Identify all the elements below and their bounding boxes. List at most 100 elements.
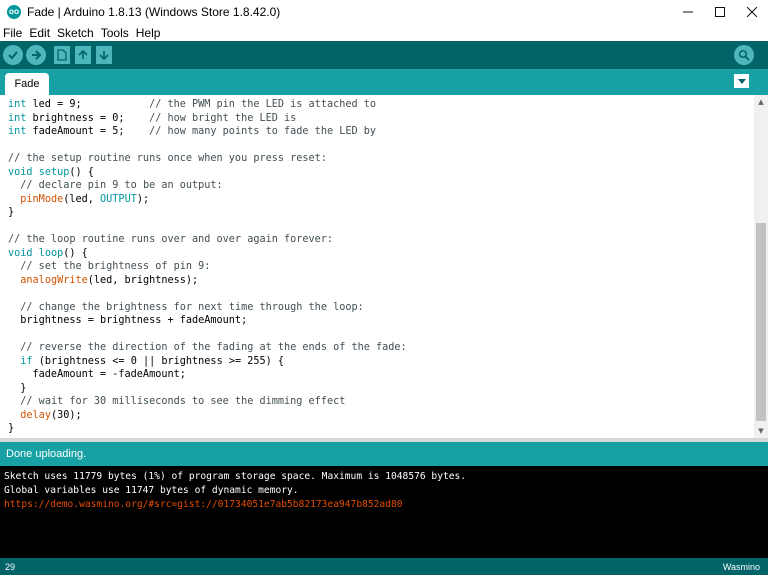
menu-sketch[interactable]: Sketch — [57, 26, 94, 40]
console-line-sketch-size: Sketch uses 11779 bytes (1%) of program … — [4, 471, 467, 482]
scroll-down-arrow-icon[interactable]: ▼ — [754, 424, 768, 438]
board-name: Wasmino — [722, 561, 760, 572]
code-token: } — [8, 423, 15, 434]
save-button[interactable] — [96, 46, 112, 64]
code-token: (30); — [50, 409, 82, 421]
code-line[interactable]: int led = 9; // the PWM pin the LED is a… — [8, 98, 407, 112]
code-token: // change the brightness for next time t… — [20, 301, 364, 313]
code-token: () { — [63, 247, 88, 259]
new-button[interactable] — [54, 46, 70, 64]
code-token: int — [8, 126, 27, 137]
code-line[interactable]: } — [8, 382, 407, 396]
code-token: // declare pin 9 to be an output: — [20, 180, 223, 191]
code-token: (brightness <= 0 || brightness >= 255) { — [32, 355, 285, 367]
editor-scrollbar[interactable]: ▲ ▼ — [754, 95, 768, 438]
upload-button[interactable] — [26, 45, 46, 65]
verify-icon — [8, 51, 18, 60]
code-token: // the PWM pin the LED is attached to — [149, 99, 377, 110]
code-line[interactable]: } — [8, 422, 407, 436]
code-token: fadeAmount = 5; — [26, 126, 150, 137]
code-line[interactable]: // the setup routine runs once when you … — [8, 152, 407, 166]
menu-help[interactable]: Help — [136, 26, 161, 40]
code-line[interactable]: void setup() { — [8, 166, 407, 180]
code-token: // the loop routine runs over and over a… — [8, 234, 334, 245]
code-token: () { — [69, 166, 94, 178]
code-token: int — [8, 112, 27, 124]
minimize-icon — [683, 11, 693, 13]
tab-menu-button[interactable] — [734, 74, 749, 88]
open-icon — [78, 49, 88, 59]
code-line[interactable]: // set the brightness of pin 9: — [8, 260, 407, 274]
menu-edit[interactable]: Edit — [29, 26, 50, 40]
window-controls — [672, 0, 768, 24]
code-token: // the setup routine runs once when you … — [8, 153, 327, 164]
code-token: OUTPUT — [100, 193, 137, 205]
code-line[interactable]: void loop() { — [8, 247, 407, 261]
code-line[interactable]: brightness = brightness + fadeAmount; — [8, 314, 407, 328]
toolbar — [0, 41, 768, 69]
close-button[interactable] — [736, 0, 768, 24]
save-icon — [99, 51, 109, 61]
code-line[interactable] — [8, 287, 407, 301]
code-token: setup — [38, 166, 70, 178]
serial-monitor-button[interactable] — [734, 45, 754, 65]
code-token: analogWrite — [20, 274, 88, 286]
new-icon — [57, 49, 67, 61]
code-line[interactable] — [8, 220, 407, 234]
verify-button[interactable] — [3, 45, 23, 65]
footer-bar: 29 Wasmino — [0, 558, 768, 575]
code-line[interactable] — [8, 328, 407, 342]
open-button[interactable] — [75, 46, 91, 64]
window-title: Fade | Arduino 1.8.13 (Windows Store 1.8… — [27, 5, 281, 19]
code-token: delay — [20, 409, 51, 421]
console-link[interactable]: https://demo.wasmino.org/#src=gist://017… — [4, 498, 466, 512]
code-line[interactable]: // reverse the direction of the fading a… — [8, 341, 407, 355]
arduino-logo-icon: OO — [7, 5, 21, 19]
title-bar: OO Fade | Arduino 1.8.13 (Windows Store … — [0, 0, 768, 24]
code-token: brightness = 0; — [26, 112, 150, 124]
code-line[interactable]: // change the brightness for next time t… — [8, 301, 407, 315]
maximize-button[interactable] — [704, 0, 736, 24]
maximize-icon — [715, 7, 725, 17]
code-line[interactable]: analogWrite(led, brightness); — [8, 274, 407, 288]
code-line[interactable]: // wait for 30 milliseconds to see the d… — [8, 395, 407, 409]
scroll-up-arrow-icon[interactable]: ▲ — [754, 95, 768, 109]
code-line[interactable]: delay(30); — [8, 409, 407, 423]
code-line[interactable]: int fadeAmount = 5; // how many points t… — [8, 125, 407, 139]
code-line[interactable]: } — [8, 206, 407, 220]
code-token: // wait for 30 milliseconds to see the d… — [20, 396, 346, 407]
status-message: Done uploading. — [0, 442, 768, 466]
code-token: fadeAmount = -fadeAmount; — [8, 369, 186, 380]
code-line[interactable]: // the loop routine runs over and over a… — [8, 233, 407, 247]
code-line[interactable]: fadeAmount = -fadeAmount; — [8, 368, 407, 382]
code-token: } — [8, 382, 27, 394]
code-token: (led, brightness); — [87, 274, 199, 286]
code-token: led = 9; — [26, 99, 150, 110]
code-line[interactable]: pinMode(led, OUTPUT); — [8, 193, 407, 207]
code-line[interactable]: int brightness = 0; // how bright the LE… — [8, 112, 407, 126]
code-token: // reverse the direction of the fading a… — [20, 342, 407, 353]
menu-bar: File Edit Sketch Tools Help — [0, 24, 768, 41]
code-line[interactable]: if (brightness <= 0 || brightness >= 255… — [8, 355, 407, 369]
code-token: void — [8, 247, 33, 259]
code-token: loop — [38, 247, 64, 259]
minimize-button[interactable] — [672, 0, 704, 24]
code-line[interactable] — [8, 139, 407, 153]
menu-tools[interactable]: Tools — [101, 26, 129, 40]
console-text: Sketch uses 11779 bytes (1%) of program … — [4, 470, 466, 511]
chevron-down-icon — [737, 78, 746, 84]
code-editor[interactable]: int led = 9; // the PWM pin the LED is a… — [0, 95, 768, 438]
code-line[interactable]: // declare pin 9 to be an output: — [8, 179, 407, 193]
scroll-thumb[interactable] — [756, 223, 766, 421]
code-token: void — [8, 166, 33, 178]
tab-fade[interactable]: Fade — [5, 73, 49, 95]
line-number: 29 — [5, 561, 16, 572]
code-token: ); — [136, 193, 150, 205]
code-text[interactable]: int led = 9; // the PWM pin the LED is a… — [8, 98, 407, 436]
menu-file[interactable]: File — [3, 26, 22, 40]
